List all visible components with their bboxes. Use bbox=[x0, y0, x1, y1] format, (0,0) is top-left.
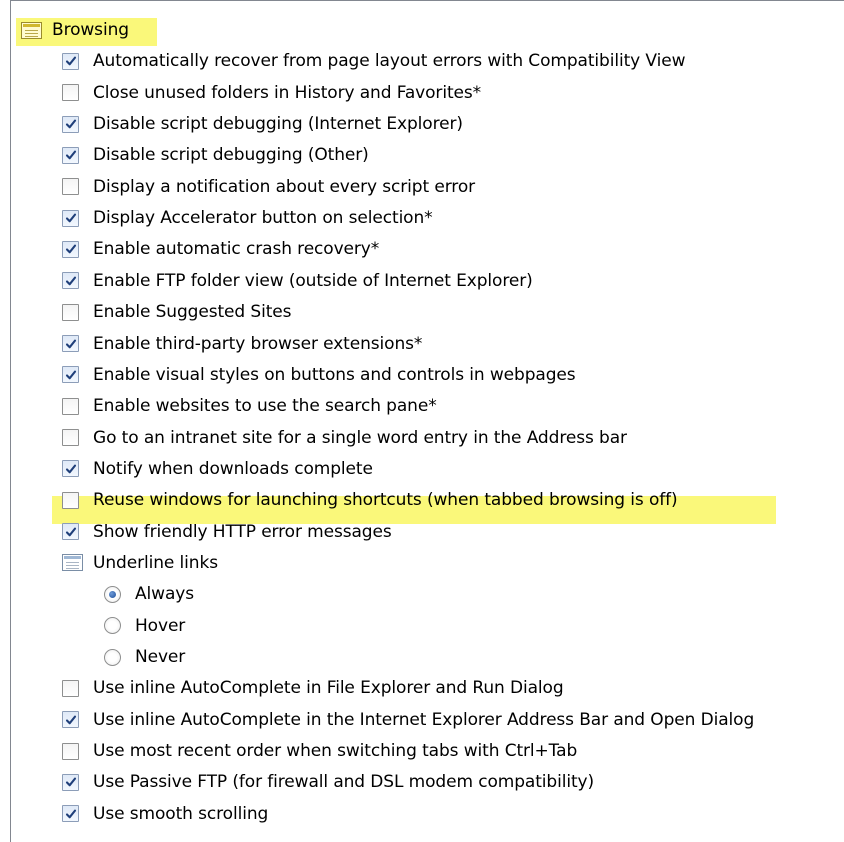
setting-label: Enable websites to use the search pane* bbox=[93, 396, 437, 417]
checkbox[interactable] bbox=[62, 679, 79, 697]
setting-row-automatically-recover-from-page-layout-errors-wi[interactable]: Automatically recover from page layout e… bbox=[62, 46, 685, 76]
setting-label: Notify when downloads complete bbox=[93, 458, 373, 479]
setting-label: Disable script debugging (Internet Explo… bbox=[93, 114, 463, 135]
setting-label: Enable FTP folder view (outside of Inter… bbox=[93, 270, 533, 291]
setting-label: Reuse windows for launching shortcuts (w… bbox=[93, 490, 678, 511]
section-header-browsing[interactable]: Browsing bbox=[21, 15, 129, 45]
checkbox[interactable] bbox=[62, 491, 79, 509]
checkbox[interactable] bbox=[62, 146, 79, 164]
radio-button[interactable] bbox=[104, 585, 121, 603]
radio-button[interactable] bbox=[104, 617, 121, 635]
checkbox[interactable] bbox=[62, 272, 79, 290]
checkbox[interactable] bbox=[62, 178, 79, 196]
checkbox[interactable] bbox=[62, 429, 79, 447]
radio-button[interactable] bbox=[104, 648, 121, 666]
setting-row-disable-script-debugging-internet-explorer[interactable]: Disable script debugging (Internet Explo… bbox=[62, 109, 463, 139]
setting-label: Close unused folders in History and Favo… bbox=[93, 82, 482, 103]
setting-label: Display a notification about every scrip… bbox=[93, 176, 476, 197]
setting-label: Enable Suggested Sites bbox=[93, 302, 292, 323]
setting-label: Use most recent order when switching tab… bbox=[93, 741, 578, 762]
setting-label: Automatically recover from page layout e… bbox=[93, 51, 686, 72]
checkbox[interactable] bbox=[62, 335, 79, 352]
setting-label: Use inline AutoComplete in the Internet … bbox=[93, 709, 755, 730]
checkbox[interactable] bbox=[62, 742, 79, 760]
setting-label: Show friendly HTTP error messages bbox=[93, 521, 392, 542]
settings-group-icon[interactable] bbox=[62, 554, 83, 572]
setting-row-close-unused-folders-in-history-and-favorites[interactable]: Close unused folders in History and Favo… bbox=[62, 78, 481, 108]
underline-links-group[interactable]: Underline links bbox=[62, 548, 218, 578]
setting-label: Use inline AutoComplete in File Explorer… bbox=[93, 678, 564, 699]
setting-label: Disable script debugging (Other) bbox=[93, 145, 369, 166]
radio-label: Never bbox=[135, 647, 186, 667]
setting-label: Enable automatic crash recovery* bbox=[93, 239, 380, 260]
checkbox[interactable] bbox=[62, 209, 79, 227]
setting-label: Use smooth scrolling bbox=[93, 803, 269, 824]
checkbox[interactable] bbox=[62, 523, 79, 541]
setting-label: Enable third-party browser extensions* bbox=[93, 333, 423, 354]
settings-group-icon[interactable] bbox=[21, 21, 42, 39]
section-title: Browsing bbox=[52, 20, 129, 40]
setting-row-use-smooth-scrolling[interactable]: Use smooth scrolling bbox=[62, 799, 268, 829]
setting-row-display-a-notification-about-every-script-error[interactable]: Display a notification about every scrip… bbox=[62, 172, 475, 202]
setting-row-reuse-windows-for-launching-shortcuts-when-tabbe[interactable]: Reuse windows for launching shortcuts (w… bbox=[62, 485, 678, 515]
checkbox[interactable] bbox=[62, 460, 79, 478]
setting-row-use-inline-autocomplete-in-the-internet-explorer[interactable]: Use inline AutoComplete in the Internet … bbox=[62, 705, 754, 735]
setting-label: Display Accelerator button on selection* bbox=[93, 208, 433, 229]
checkbox[interactable] bbox=[62, 397, 79, 415]
setting-row-notify-when-downloads-complete[interactable]: Notify when downloads complete bbox=[62, 454, 373, 484]
checkbox[interactable] bbox=[62, 84, 79, 102]
setting-row-use-inline-autocomplete-in-file-explorer-and-run[interactable]: Use inline AutoComplete in File Explorer… bbox=[62, 673, 564, 703]
setting-row-use-most-recent-order-when-switching-tabs-with-c[interactable]: Use most recent order when switching tab… bbox=[62, 736, 577, 766]
setting-label: Use Passive FTP (for firewall and DSL mo… bbox=[93, 772, 595, 793]
checkbox[interactable] bbox=[62, 303, 79, 321]
setting-label: Enable visual styles on buttons and cont… bbox=[93, 364, 576, 385]
settings-tree: Browsing Automatically recover from page … bbox=[10, 0, 844, 842]
setting-row-show-friendly-http-error-messages[interactable]: Show friendly HTTP error messages bbox=[62, 517, 392, 547]
checkbox[interactable] bbox=[62, 240, 79, 258]
setting-label: Go to an intranet site for a single word… bbox=[93, 427, 627, 448]
checkbox[interactable] bbox=[62, 805, 79, 823]
radio-option-never[interactable]: Never bbox=[104, 642, 185, 672]
checkbox[interactable] bbox=[62, 711, 79, 729]
setting-row-display-accelerator-button-on-selection[interactable]: Display Accelerator button on selection* bbox=[62, 203, 433, 233]
radio-label: Always bbox=[135, 584, 194, 605]
checkbox[interactable] bbox=[62, 366, 79, 384]
setting-row-use-passive-ftp-for-firewall-and-dsl-modem-compa[interactable]: Use Passive FTP (for firewall and DSL mo… bbox=[62, 767, 594, 797]
radio-label: Hover bbox=[135, 615, 186, 636]
setting-row-enable-suggested-sites[interactable]: Enable Suggested Sites bbox=[62, 297, 291, 327]
setting-row-enable-automatic-crash-recovery[interactable]: Enable automatic crash recovery* bbox=[62, 234, 379, 264]
group-title: Underline links bbox=[93, 552, 218, 573]
setting-row-enable-third-party-browser-extensions[interactable]: Enable third-party browser extensions* bbox=[62, 329, 422, 359]
radio-option-always[interactable]: Always bbox=[104, 579, 194, 609]
setting-row-go-to-an-intranet-site-for-a-single-word-entry-i[interactable]: Go to an intranet site for a single word… bbox=[62, 423, 627, 453]
checkbox[interactable] bbox=[62, 773, 79, 791]
setting-row-enable-ftp-folder-view-outside-of-internet-explo[interactable]: Enable FTP folder view (outside of Inter… bbox=[62, 266, 533, 296]
setting-row-enable-websites-to-use-the-search-pane[interactable]: Enable websites to use the search pane* bbox=[62, 391, 437, 421]
setting-row-enable-visual-styles-on-buttons-and-controls-in-[interactable]: Enable visual styles on buttons and cont… bbox=[62, 360, 576, 390]
checkbox[interactable] bbox=[62, 52, 79, 70]
setting-row-disable-script-debugging-other[interactable]: Disable script debugging (Other) bbox=[62, 140, 369, 170]
radio-option-hover[interactable]: Hover bbox=[104, 611, 185, 641]
checkbox[interactable] bbox=[62, 115, 79, 133]
